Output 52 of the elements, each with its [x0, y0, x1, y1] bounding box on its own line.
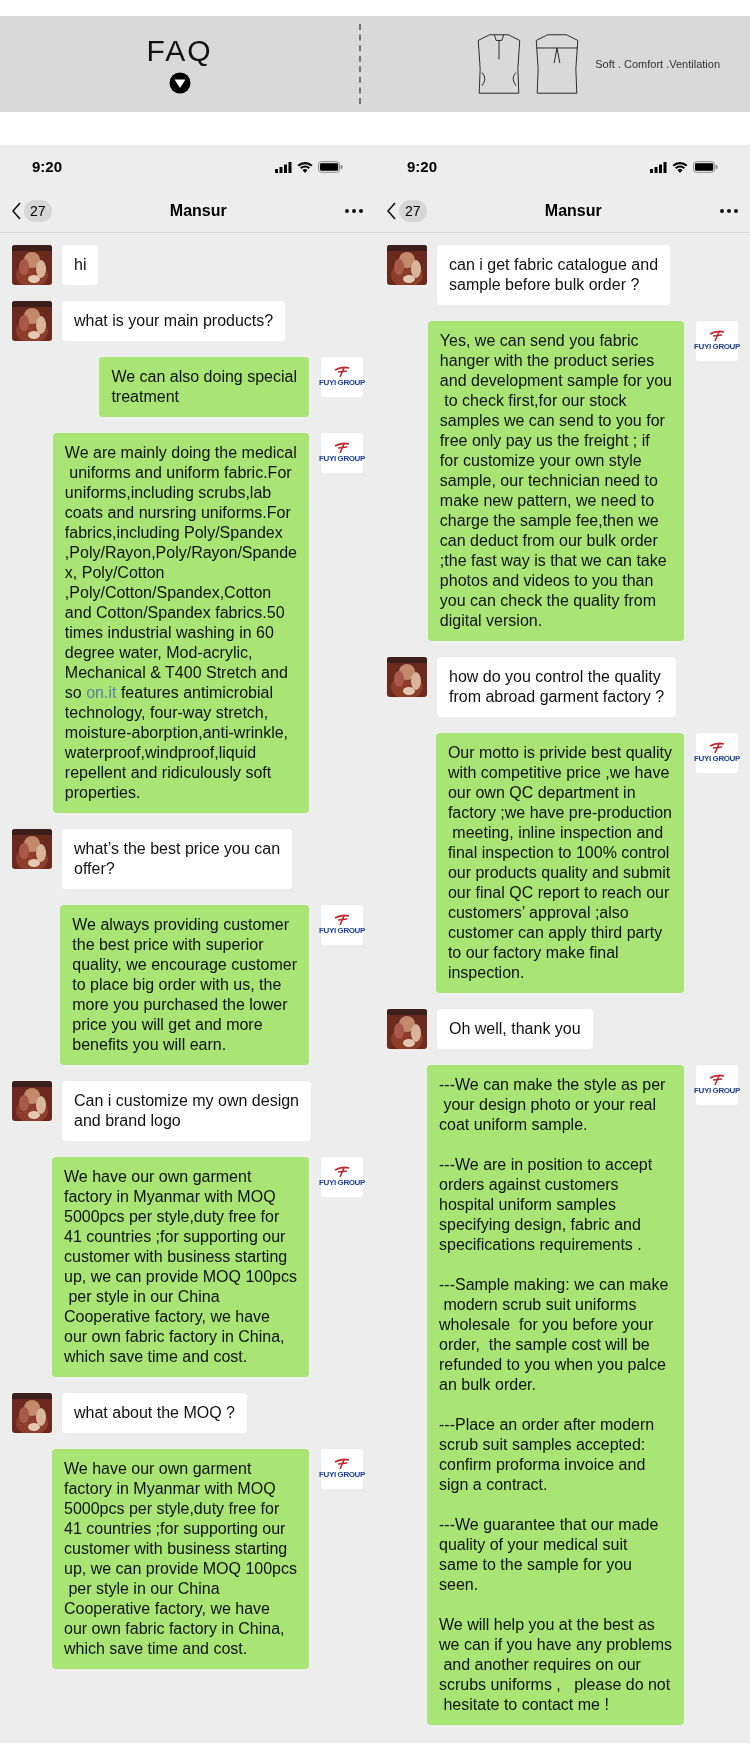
message-bubble: how do you control the quality from abroad garment factory ?	[437, 657, 677, 717]
message-bubble: can i get fabric catalogue and sample before bulk order ?	[437, 245, 671, 305]
more-button[interactable]	[720, 208, 738, 213]
faq-title: FAQ	[146, 34, 213, 68]
logo-icon	[332, 1458, 352, 1470]
logo-text: FUYI GROUP	[694, 754, 740, 764]
logo-text: FUYI GROUP	[319, 926, 365, 936]
status-time: 9:20	[407, 156, 438, 177]
message-bubble: We have our own garment factory in Myanmar with MOQ 5000pcs per style,duty free for 41 countries ;for supporting our customer with business starting up, we can provide MOQ 100pcs per style in our China Cooperative factory, we have our own fabric factory in China, which save time and cost.	[52, 1449, 309, 1669]
more-button[interactable]	[345, 208, 363, 213]
status-time: 9:20	[32, 156, 63, 177]
message-bubble: Our motto is privide best quality with competitive price ,we have our own QC department in factory ;we have pre-production meeting, inline inspection and final inspection to 100% control our products quality and submit our final QC report to reach our customers’ approval ;also customer can apply third party to our factory make final inspection.	[435, 733, 684, 993]
logo-icon	[707, 1074, 727, 1086]
back-icon	[387, 201, 397, 220]
logo-icon	[332, 1166, 352, 1178]
unread-badge: 27	[399, 199, 427, 222]
tagline: Soft . Comfort .Ventilation	[595, 56, 720, 72]
contact-name: Mansur	[169, 200, 227, 221]
logo-text: FUYI GROUP	[319, 454, 365, 464]
message-bubble: what’s the best price you can offer?	[62, 829, 293, 889]
contact-name: Mansur	[544, 200, 602, 221]
message-bubble: hi	[62, 245, 99, 285]
logo-icon	[332, 914, 352, 926]
message-bubble: We have our own garment factory in Myanmar with MOQ 5000pcs per style,duty free for 41 countries ;for supporting our customer with business starting up, we can provide MOQ 100pcs per style in our China Cooperative factory, we have our own fabric factory in China, which save time and cost.	[52, 1157, 309, 1377]
logo-text: FUYI GROUP	[319, 378, 365, 388]
message-bubble: We can also doing special treatment	[99, 357, 309, 417]
message-bubble: We always providing customer the best price with superior quality, we encourage customer to place big order with us, the more you purchased the lower price you will get and more benefits you will earn.	[60, 905, 309, 1065]
back-button[interactable]: 27	[387, 199, 427, 222]
battery-icon	[318, 161, 343, 173]
battery-icon	[693, 161, 718, 173]
message-bubble: Can i customize my own design and brand logo	[62, 1081, 311, 1141]
back-icon	[12, 201, 22, 220]
wifi-icon	[672, 161, 688, 173]
message-bubble: what is your main products?	[62, 301, 286, 341]
wifi-icon	[297, 161, 313, 173]
signal-icon	[275, 161, 292, 173]
message-bubble: We are mainly doing the medical uniforms and uniform fabric.For uniforms,including scrubs,lab coats and nursring uniforms.For fabrics,including Poly/Spandex ,Poly/Rayon,Poly/Rayon/Spande x, Poly/Cotton ,Poly/Cotton/Spandex,Cotton and Cotton/Spandex fabrics.50 times industrial washing in 60 degree water, Mod-acrylic, Mechanical & T400 Stretch and so on.it features antimicrobial technology, four-way stretch, moisture-aborption,anti-wrinkle, waterproof,windproof,liquid repellent and ridiculously soft properties.	[52, 433, 309, 813]
message-bubble: Yes, we can send you fabric hanger with the product series and development sample for you to check first,for our stock samples we can send to you for free only pay us the freight ; if for customize your own style sample, our technician need to make new pattern, we need to charge the sample fee,then we can deduct from our bulk order ;the fast way is that we can take photos and videos to you than you can check the quality from digital version.	[427, 321, 684, 641]
logo-icon	[332, 442, 352, 454]
logo-icon	[707, 330, 727, 342]
message-bubble: ---We can make the style as per your design photo or your real coat uniform sample. ---We are in position to accept orders against customers hospital uniform samples specifying design, fabric and specifications requirements . ---Sample making: we can make modern scrub suit uniforms wholesale for you before your order, the sample cost will be refunded to you when you palce an bulk order. ---Place an order after modern scrub suit samples accepted: confirm proforma invoice and sign a contract. ---We guarantee that our made quality of your medical suit same to the sample for you seen. We will help you at the best as we can if you have any problems and another requires on our scrubs uniforms , please do not hesitate to contact me !	[427, 1065, 684, 1725]
logo-icon	[707, 742, 727, 754]
signal-icon	[650, 161, 667, 173]
logo-text: FUYI GROUP	[694, 1086, 740, 1096]
unread-badge: 27	[24, 199, 52, 222]
logo-text: FUYI GROUP	[694, 342, 740, 352]
back-button[interactable]: 27	[12, 199, 52, 222]
logo-icon	[332, 366, 352, 378]
message-bubble: Oh well, thank you	[437, 1009, 593, 1049]
logo-text: FUYI GROUP	[319, 1178, 365, 1188]
message-bubble: what about the MOQ ?	[62, 1393, 247, 1433]
logo-text: FUYI GROUP	[319, 1470, 365, 1480]
